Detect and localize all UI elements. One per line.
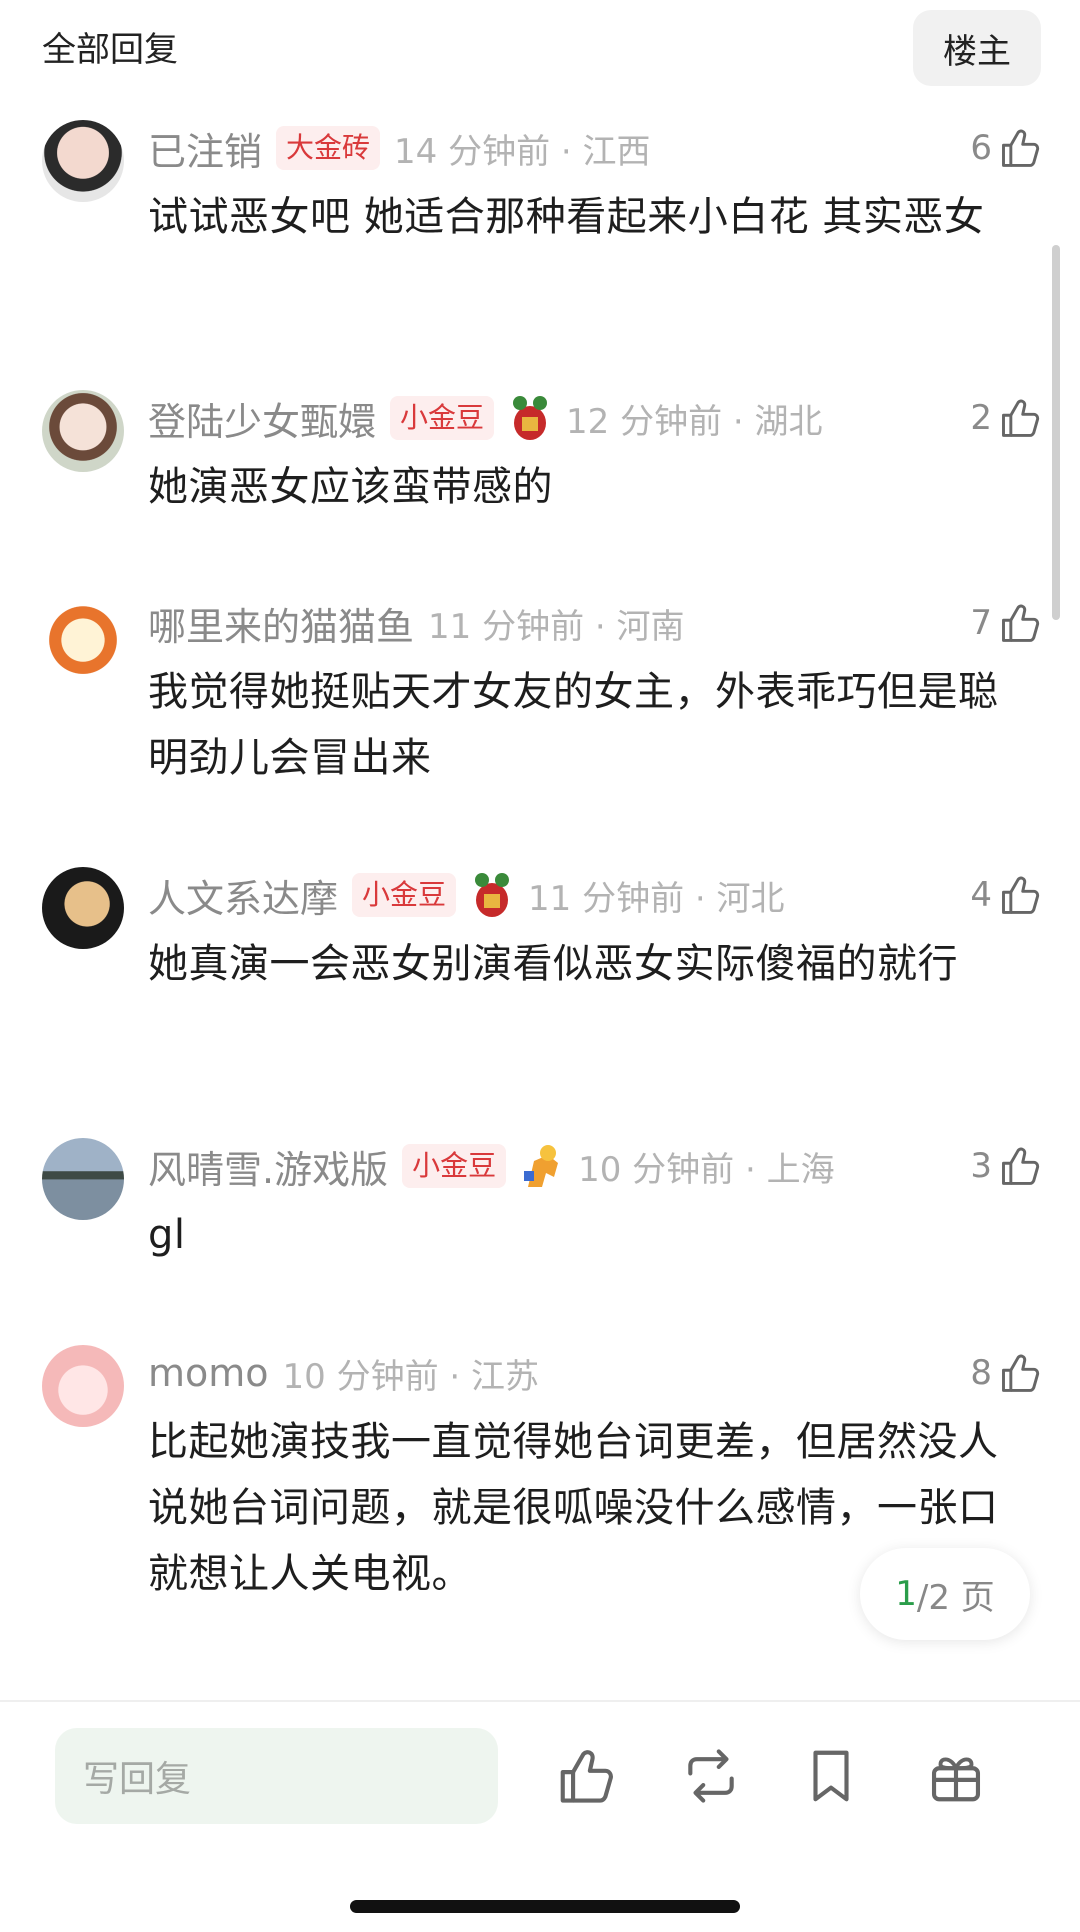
timestamp-location: 10 分钟前 · 江苏 — [282, 1356, 540, 1397]
bookmark-icon[interactable] — [800, 1745, 862, 1807]
gift-icon[interactable] — [925, 1745, 987, 1807]
medal-icon — [470, 870, 514, 920]
comment-text: 试试恶女吧 她适合那种看起来小白花 其实恶女 — [148, 194, 985, 240]
like-count: 2 — [970, 398, 992, 438]
page-title: 全部回复 — [42, 30, 178, 70]
medal-icon — [520, 1141, 564, 1191]
avatar[interactable] — [42, 595, 124, 677]
like-button[interactable]: 7 — [970, 597, 1042, 649]
timestamp-location: 11 分钟前 · 河南 — [428, 606, 685, 647]
like-count: 8 — [970, 1353, 992, 1393]
thumbs-up-icon — [998, 126, 1042, 170]
like-count: 4 — [970, 875, 992, 915]
timestamp-location: 14 分钟前 · 江西 — [394, 131, 651, 172]
timestamp-location: 11 分钟前 · 河北 — [528, 878, 785, 919]
louzhu-filter-button[interactable]: 楼主 — [913, 10, 1041, 86]
like-button[interactable]: 6 — [970, 122, 1042, 174]
username[interactable]: 登陆少女甄嬛 — [148, 391, 376, 446]
reply-input[interactable]: 写回复 — [55, 1728, 498, 1824]
timestamp-location: 12 分钟前 · 湖北 — [566, 401, 823, 442]
thumbs-up-icon — [998, 1351, 1042, 1395]
username[interactable]: momo — [148, 1351, 269, 1395]
like-count: 6 — [970, 128, 992, 168]
top-bar: 全部回复 楼主 — [0, 0, 1080, 100]
level-badge: 小金豆 — [352, 873, 457, 917]
comment-text: 我觉得她挺贴天才女友的女主，外表乖巧但是聪明劲儿会冒出来 — [148, 669, 999, 781]
level-badge: 大金砖 — [276, 126, 381, 170]
comment-text: 她真演一会恶女别演看似恶女实际傻福的就行 — [148, 941, 958, 987]
thumbs-up-icon — [998, 601, 1042, 645]
current-page: 1 — [895, 1574, 917, 1614]
thumbs-up-icon — [998, 396, 1042, 440]
page-indicator[interactable]: 1 /2 页 — [860, 1548, 1030, 1640]
username[interactable]: 已注销 — [148, 121, 262, 176]
avatar[interactable] — [42, 390, 124, 472]
timestamp-location: 10 分钟前 · 上海 — [578, 1149, 835, 1190]
username[interactable]: 人文系达摩 — [148, 868, 338, 923]
scrollbar[interactable] — [1052, 245, 1060, 620]
like-count: 3 — [970, 1146, 992, 1186]
like-button[interactable]: 4 — [970, 869, 1042, 921]
avatar[interactable] — [42, 1345, 124, 1427]
like-button[interactable]: 8 — [970, 1347, 1042, 1399]
thumbs-up-icon — [998, 873, 1042, 917]
avatar[interactable] — [42, 867, 124, 949]
like-count: 7 — [970, 603, 992, 643]
reply-placeholder: 写回复 — [83, 1759, 192, 1800]
thumbs-up-icon — [998, 1144, 1042, 1188]
like-button[interactable]: 3 — [970, 1140, 1042, 1192]
level-badge: 小金豆 — [402, 1144, 507, 1188]
username[interactable]: 风晴雪.游戏版 — [148, 1139, 388, 1194]
like-button[interactable]: 2 — [970, 392, 1042, 444]
comment-text: gl — [148, 1212, 186, 1258]
level-badge: 小金豆 — [390, 396, 495, 440]
medal-icon — [508, 393, 552, 443]
divider — [0, 1700, 1080, 1702]
avatar[interactable] — [42, 1138, 124, 1220]
thumbs-up-icon[interactable] — [555, 1745, 617, 1807]
home-indicator[interactable] — [350, 1900, 740, 1913]
avatar[interactable] — [42, 120, 124, 202]
total-pages: /2 页 — [916, 1577, 995, 1618]
comment-text: 她演恶女应该蛮带感的 — [148, 464, 553, 510]
repost-icon[interactable] — [680, 1745, 742, 1807]
username[interactable]: 哪里来的猫猫鱼 — [148, 596, 414, 651]
